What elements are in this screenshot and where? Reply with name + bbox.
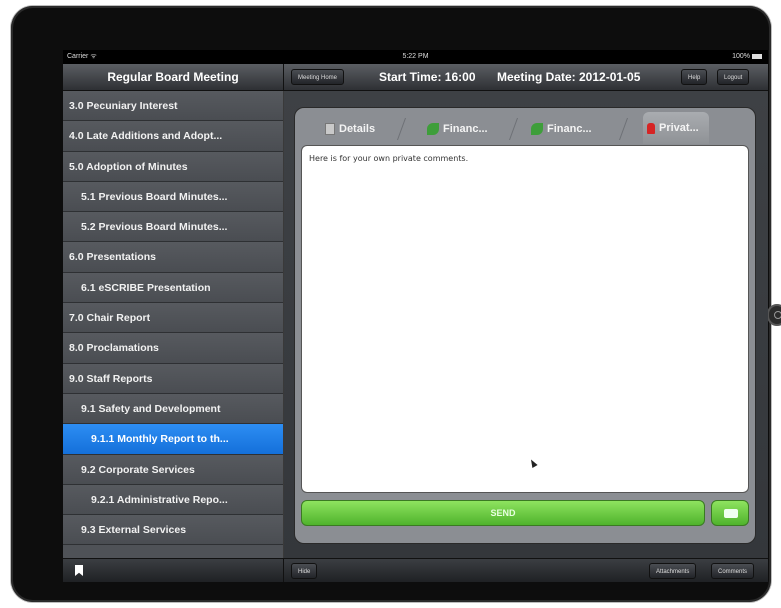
agenda-item[interactable]: 7.0 Chair Report bbox=[63, 303, 283, 334]
status-bar: Carrier ᯤ 5:22 PM 100% bbox=[63, 50, 768, 64]
tab-details[interactable]: Details bbox=[325, 118, 375, 140]
main-panel: Details Financ... Financ... Privat... He… bbox=[284, 91, 768, 558]
agenda-item[interactable]: 3.0 Pecuniary Interest bbox=[63, 91, 283, 122]
tab-separator bbox=[390, 118, 407, 140]
attachments-button[interactable]: Attachments bbox=[649, 563, 697, 579]
agenda-item[interactable]: 8.0 Proclamations bbox=[63, 333, 283, 364]
hide-button[interactable]: Hide bbox=[291, 563, 318, 579]
tab-financial-1[interactable]: Financ... bbox=[427, 118, 488, 140]
agenda-item[interactable]: 9.3 External Services bbox=[63, 515, 283, 546]
agenda-item[interactable]: 6.1 eSCRIBE Presentation bbox=[63, 272, 283, 304]
agenda-sidebar: 3.0 Pecuniary Interest 4.0 Late Addition… bbox=[63, 91, 283, 558]
agenda-item[interactable]: 9.0 Staff Reports bbox=[63, 363, 283, 394]
leaf-icon bbox=[427, 123, 439, 136]
meeting-date-label: Meeting Date: 2012-01-05 bbox=[497, 70, 641, 84]
start-time-label: Start Time: 16:00 bbox=[379, 70, 476, 84]
status-time: 5:22 PM bbox=[402, 53, 429, 60]
tab-separator bbox=[612, 118, 629, 140]
tab-separator bbox=[502, 118, 519, 140]
agenda-item[interactable]: 9.2.1 Administrative Repo... bbox=[63, 484, 283, 516]
device-frame: Carrier ᯤ 5:22 PM 100% Regular Board Mee… bbox=[11, 6, 781, 602]
leaf-icon bbox=[531, 123, 543, 136]
side-button-icon bbox=[767, 304, 781, 326]
keyboard-toggle-button[interactable] bbox=[711, 500, 749, 526]
agenda-item-selected[interactable]: 9.1.1 Monthly Report to th... bbox=[63, 424, 283, 455]
agenda-item[interactable]: 9.1 Safety and Development bbox=[63, 393, 283, 425]
tab-details-label: Details bbox=[339, 123, 376, 135]
agenda-item[interactable]: 5.2 Previous Board Minutes... bbox=[63, 212, 283, 243]
bottom-toolbar: Hide Attachments Comments bbox=[63, 558, 768, 582]
tab-bar: Details Financ... Financ... Privat... bbox=[295, 108, 755, 148]
comments-panel: Details Financ... Financ... Privat... He… bbox=[294, 107, 756, 544]
private-comment-textarea[interactable]: Here is for your own private comments. bbox=[301, 145, 749, 493]
mouse-cursor-icon bbox=[528, 458, 538, 468]
tab-financial-2-label: Financ... bbox=[547, 123, 592, 135]
tab-financial-2[interactable]: Financ... bbox=[531, 118, 592, 140]
agenda-item[interactable]: 5.1 Previous Board Minutes... bbox=[63, 181, 283, 213]
nav-bar: Regular Board Meeting Meeting Home Start… bbox=[63, 64, 768, 91]
keyboard-icon bbox=[724, 509, 738, 518]
agenda-item[interactable]: 9.2 Corporate Services bbox=[63, 454, 283, 485]
help-button[interactable]: Help bbox=[681, 69, 708, 85]
meeting-home-button[interactable]: Meeting Home bbox=[291, 69, 345, 85]
agenda-item[interactable]: 6.0 Presentations bbox=[63, 242, 283, 273]
tab-financial-1-label: Financ... bbox=[443, 123, 488, 135]
tab-private-label: Privat... bbox=[659, 122, 699, 134]
agenda-item[interactable]: 5.0 Adoption of Minutes bbox=[63, 151, 283, 182]
toolbar-divider bbox=[283, 559, 284, 582]
lock-icon bbox=[647, 122, 655, 134]
app-screen: Carrier ᯤ 5:22 PM 100% Regular Board Mee… bbox=[63, 50, 768, 582]
tab-private[interactable]: Privat... bbox=[643, 112, 709, 144]
comment-text: Here is for your own private comments. bbox=[309, 154, 469, 163]
meeting-title: Regular Board Meeting bbox=[63, 64, 284, 90]
comments-button[interactable]: Comments bbox=[711, 563, 755, 579]
agenda-item[interactable]: 4.0 Late Additions and Adopt... bbox=[63, 121, 283, 152]
logout-button[interactable]: Logout bbox=[717, 69, 750, 85]
send-button[interactable]: SEND bbox=[301, 500, 705, 526]
battery-label: 100% bbox=[732, 50, 762, 64]
bookmark-icon[interactable] bbox=[75, 565, 83, 576]
document-icon bbox=[325, 123, 335, 136]
